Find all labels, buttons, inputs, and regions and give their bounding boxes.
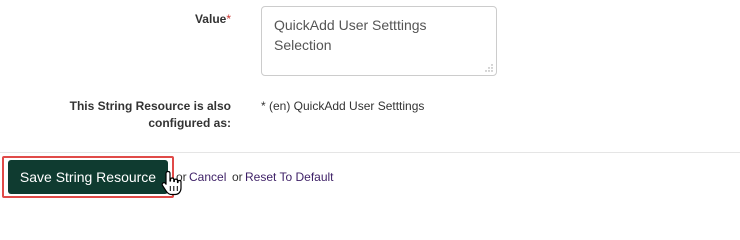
reset-to-default-link[interactable]: Reset To Default (245, 170, 334, 185)
value-textarea-text: QuickAdd User Setttings Selection (274, 17, 427, 53)
string-resource-form: Value* QuickAdd User Setttings Selection… (0, 0, 740, 207)
resize-grip-icon[interactable] (485, 64, 493, 72)
value-label: Value* (195, 11, 231, 28)
value-label-text: Value (194, 12, 227, 26)
value-textarea[interactable]: QuickAdd User Setttings Selection (261, 6, 497, 76)
form-divider (0, 152, 740, 153)
configured-as-label: This String Resource is also configured … (69, 99, 231, 130)
or-text-2: or (232, 170, 243, 184)
hand-pointer-icon (161, 170, 182, 196)
required-marker: * (226, 12, 231, 26)
configured-as-value: * (en) QuickAdd User Setttings (261, 99, 425, 113)
cancel-link[interactable]: Cancel (189, 170, 226, 185)
save-string-resource-button[interactable]: Save String Resource (8, 160, 168, 194)
